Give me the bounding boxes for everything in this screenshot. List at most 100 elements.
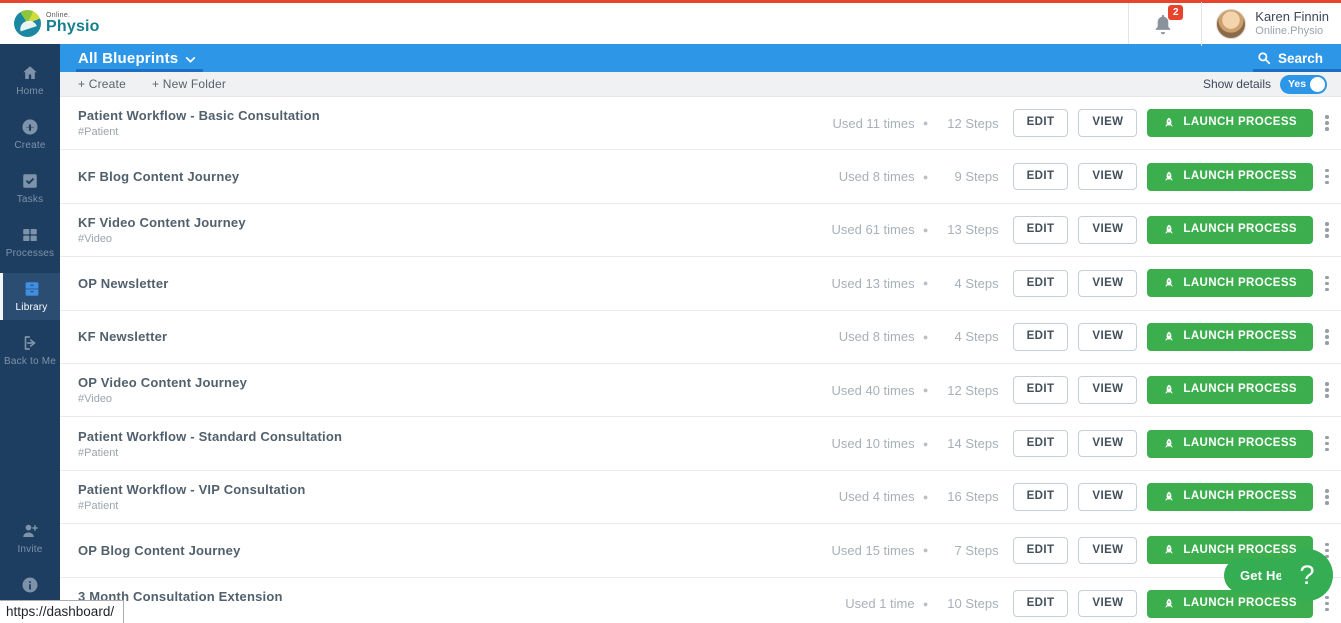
row-menu-kebab-icon[interactable]	[1319, 218, 1335, 242]
blueprint-row: KF Newsletter Used 8 times ● 4 Steps EDI…	[60, 311, 1341, 364]
blueprint-title[interactable]: OP Video Content Journey	[78, 375, 247, 390]
launch-process-button[interactable]: LAUNCH PROCESS	[1147, 323, 1313, 351]
sidebar-item-home[interactable]: Home	[0, 57, 60, 104]
blueprint-row: KF Blog Content Journey Used 8 times ● 9…	[60, 150, 1341, 203]
sidebar-item-label: Library	[16, 302, 48, 313]
rocket-icon	[1163, 277, 1175, 289]
steps-count: 12 Steps	[937, 116, 999, 131]
edit-button[interactable]: EDIT	[1013, 216, 1069, 244]
dot-separator: ●	[915, 492, 937, 502]
launch-process-button[interactable]: LAUNCH PROCESS	[1147, 430, 1313, 458]
blueprint-title[interactable]: KF Blog Content Journey	[78, 169, 239, 184]
folder-title: All Blueprints	[78, 50, 178, 67]
used-count: Used 11 times	[783, 116, 915, 131]
view-button[interactable]: VIEW	[1078, 537, 1137, 565]
logo[interactable]: Online. Physio	[0, 10, 100, 37]
launch-process-label: LAUNCH PROCESS	[1183, 224, 1297, 236]
new-folder-button[interactable]: + New Folder	[152, 77, 226, 91]
view-button[interactable]: VIEW	[1078, 216, 1137, 244]
get-help-button[interactable]: Get Help ?	[1224, 549, 1333, 601]
plus-circle-icon	[20, 117, 40, 137]
user-name: Karen Finnin	[1255, 9, 1329, 25]
edit-button[interactable]: EDIT	[1013, 376, 1069, 404]
launch-process-button[interactable]: LAUNCH PROCESS	[1147, 483, 1313, 511]
steps-count: 13 Steps	[937, 222, 999, 237]
blueprint-title[interactable]: KF Newsletter	[78, 329, 167, 344]
sidebar-item-info[interactable]	[0, 569, 60, 602]
sidebar-item-tasks[interactable]: Tasks	[0, 165, 60, 212]
edit-button[interactable]: EDIT	[1013, 323, 1069, 351]
edit-button[interactable]: EDIT	[1013, 483, 1069, 511]
row-menu-kebab-icon[interactable]	[1319, 485, 1335, 509]
blueprint-title[interactable]: Patient Workflow - Basic Consultation	[78, 108, 320, 123]
search-icon	[1257, 51, 1271, 65]
dot-separator: ●	[915, 118, 937, 128]
logo-icon	[14, 10, 41, 37]
steps-count: 10 Steps	[937, 596, 999, 611]
sidebar-item-create[interactable]: Create	[0, 111, 60, 158]
blueprint-title[interactable]: KF Video Content Journey	[78, 215, 246, 230]
user-menu[interactable]: Karen Finnin Online.Physio	[1255, 9, 1341, 39]
edit-button[interactable]: EDIT	[1013, 109, 1069, 137]
blueprint-title[interactable]: OP Newsletter	[78, 276, 169, 291]
user-avatar[interactable]	[1216, 9, 1246, 39]
show-details-toggle[interactable]: Yes	[1280, 75, 1327, 94]
rocket-icon	[1163, 544, 1175, 556]
view-button[interactable]: VIEW	[1078, 483, 1137, 511]
folder-header-bar: All Blueprints Search	[60, 44, 1341, 72]
rocket-icon	[1163, 331, 1175, 343]
home-icon	[20, 63, 40, 83]
row-menu-kebab-icon[interactable]	[1319, 272, 1335, 296]
launch-process-label: LAUNCH PROCESS	[1183, 384, 1297, 396]
sidebar-item-invite[interactable]: Invite	[0, 515, 60, 562]
row-menu-kebab-icon[interactable]	[1319, 111, 1335, 135]
launch-process-button[interactable]: LAUNCH PROCESS	[1147, 163, 1313, 191]
used-count: Used 13 times	[783, 276, 915, 291]
launch-process-button[interactable]: LAUNCH PROCESS	[1147, 216, 1313, 244]
view-button[interactable]: VIEW	[1078, 323, 1137, 351]
dot-separator: ●	[915, 439, 937, 449]
blueprint-tag: #Patient	[78, 447, 342, 459]
launch-process-label: LAUNCH PROCESS	[1183, 278, 1297, 290]
sidebar-item-library[interactable]: Library	[0, 273, 60, 320]
blueprint-title[interactable]: Patient Workflow - Standard Consultation	[78, 429, 342, 444]
launch-process-button[interactable]: LAUNCH PROCESS	[1147, 109, 1313, 137]
view-button[interactable]: VIEW	[1078, 376, 1137, 404]
user-org: Online.Physio	[1255, 25, 1329, 39]
view-button[interactable]: VIEW	[1078, 109, 1137, 137]
blueprint-title[interactable]: Patient Workflow - VIP Consultation	[78, 482, 306, 497]
sidebar-item-label: Processes	[6, 248, 55, 259]
row-menu-kebab-icon[interactable]	[1319, 325, 1335, 349]
header-divider	[1201, 2, 1202, 46]
edit-button[interactable]: EDIT	[1013, 430, 1069, 458]
row-menu-kebab-icon[interactable]	[1319, 165, 1335, 189]
sidebar-item-label: Invite	[17, 544, 42, 555]
notifications-bell-button[interactable]: 2	[1151, 12, 1175, 36]
launch-process-label: LAUNCH PROCESS	[1183, 117, 1297, 129]
view-button[interactable]: VIEW	[1078, 430, 1137, 458]
edit-button[interactable]: EDIT	[1013, 537, 1069, 565]
question-mark-icon: ?	[1281, 549, 1333, 601]
dot-separator: ●	[915, 599, 937, 609]
view-button[interactable]: VIEW	[1078, 270, 1137, 298]
launch-process-button[interactable]: LAUNCH PROCESS	[1147, 269, 1313, 297]
sidebar-item-processes[interactable]: Processes	[0, 219, 60, 266]
edit-button[interactable]: EDIT	[1013, 270, 1069, 298]
blueprint-title[interactable]: OP Blog Content Journey	[78, 543, 241, 558]
sidebar-item-back-to-me[interactable]: Back to Me	[0, 327, 60, 374]
view-button[interactable]: VIEW	[1078, 590, 1137, 618]
sidebar-item-label: Home	[16, 86, 43, 97]
search-button[interactable]: Search	[1253, 44, 1327, 72]
create-blueprint-button[interactable]: + Create	[78, 77, 126, 91]
header-right: 2 Karen Finnin Online.Physio	[1128, 3, 1341, 44]
info-icon	[20, 575, 40, 595]
row-menu-kebab-icon[interactable]	[1319, 432, 1335, 456]
edit-button[interactable]: EDIT	[1013, 163, 1069, 191]
folder-title-dropdown[interactable]: All Blueprints	[78, 44, 197, 72]
view-button[interactable]: VIEW	[1078, 163, 1137, 191]
blueprint-row: Patient Workflow - VIP Consultation #Pat…	[60, 471, 1341, 524]
row-menu-kebab-icon[interactable]	[1319, 378, 1335, 402]
person-plus-icon	[20, 521, 40, 541]
launch-process-button[interactable]: LAUNCH PROCESS	[1147, 376, 1313, 404]
edit-button[interactable]: EDIT	[1013, 590, 1069, 618]
